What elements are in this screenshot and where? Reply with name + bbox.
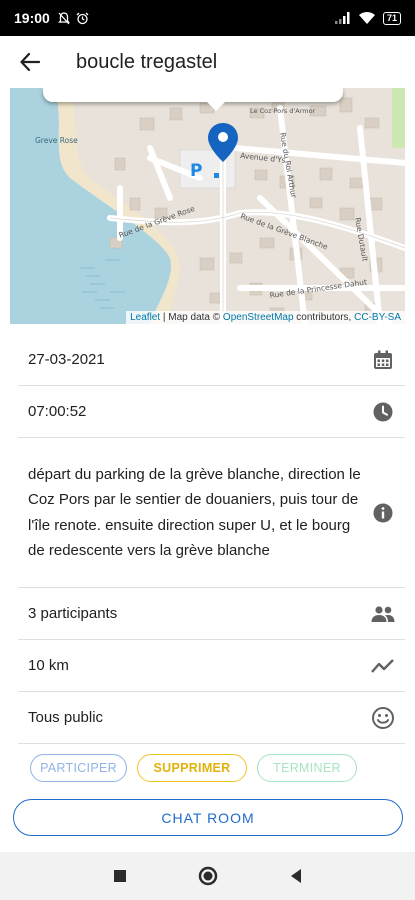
distance-value: 10 km <box>28 656 69 674</box>
wifi-icon <box>358 12 375 24</box>
info-icon <box>361 502 405 524</box>
map-view[interactable]: Greve Rose Avenue d'Ys Rue du Roi Arthur… <box>10 88 405 324</box>
page-title: boucle tregastel <box>76 50 218 73</box>
recents-button[interactable] <box>107 863 133 889</box>
trending-icon <box>361 658 405 674</box>
alarm-icon <box>76 12 89 24</box>
triangle-back-icon <box>290 869 301 883</box>
attribution-sep: | Map data © <box>160 312 223 323</box>
license-link[interactable]: CC-BY-SA <box>354 312 401 323</box>
map-label-roi-arthur: Rue du Roi Arthur <box>278 132 299 200</box>
app-bar: boucle tregastel <box>0 36 415 88</box>
clock-icon <box>361 401 405 423</box>
home-button[interactable] <box>195 863 221 889</box>
back-button[interactable] <box>0 36 60 88</box>
supprimer-button[interactable]: SUPPRIMER <box>137 754 247 782</box>
distance-row: 10 km <box>18 640 405 692</box>
status-bar: 19:00 71 <box>0 0 415 36</box>
arrow-left-icon <box>20 53 40 71</box>
description-value: départ du parking de la grève blanche, d… <box>28 465 361 560</box>
status-time: 19:00 <box>14 10 50 26</box>
battery-level: 71 <box>382 11 401 25</box>
description-row: départ du parking de la grève blanche, d… <box>18 438 405 588</box>
osm-link[interactable]: OpenStreetMap <box>223 312 294 323</box>
leaflet-link[interactable]: Leaflet <box>130 312 160 323</box>
calendar-icon <box>361 349 405 371</box>
date-row: 27-03-2021 <box>18 334 405 386</box>
back-nav-button[interactable] <box>283 863 309 889</box>
time-value: 07:00:52 <box>28 402 87 420</box>
map-popup[interactable] <box>43 88 343 102</box>
terminer-button[interactable]: TERMINER <box>257 754 357 782</box>
participants-row: 3 participants <box>18 588 405 640</box>
date-value: 27-03-2021 <box>28 350 105 368</box>
map-label-greve-rose: Greve Rose <box>35 136 78 145</box>
map-popup-tip <box>206 101 226 111</box>
participants-value: 3 participants <box>28 604 118 622</box>
action-chips: PARTICIPER SUPPRIMER TERMINER <box>30 754 357 782</box>
map-attribution: Leaflet | Map data © OpenStreetMap contr… <box>126 311 405 324</box>
notification-off-icon <box>57 11 70 24</box>
time-row: 07:00:52 <box>18 386 405 438</box>
status-left-icons <box>57 11 89 25</box>
map-tiles: Greve Rose Avenue d'Ys Rue du Roi Arthur… <box>10 88 405 324</box>
square-icon <box>113 870 126 882</box>
chat-room-button[interactable]: CHAT ROOM <box>13 799 403 836</box>
signal-icon <box>334 12 350 24</box>
status-right-icons: 71 <box>334 11 401 25</box>
audience-value: Tous public <box>28 708 104 726</box>
system-nav-bar <box>0 852 415 900</box>
smiley-icon <box>361 706 405 730</box>
people-icon <box>361 605 405 623</box>
audience-row: Tous public <box>18 692 405 744</box>
attribution-contrib: contributors, <box>293 312 355 323</box>
map-label-coz-pors: Le Coz Pors d'Armor <box>250 107 316 115</box>
circle-icon <box>198 866 217 886</box>
participer-button[interactable]: PARTICIPER <box>30 754 127 782</box>
parking-label: P <box>190 161 202 181</box>
